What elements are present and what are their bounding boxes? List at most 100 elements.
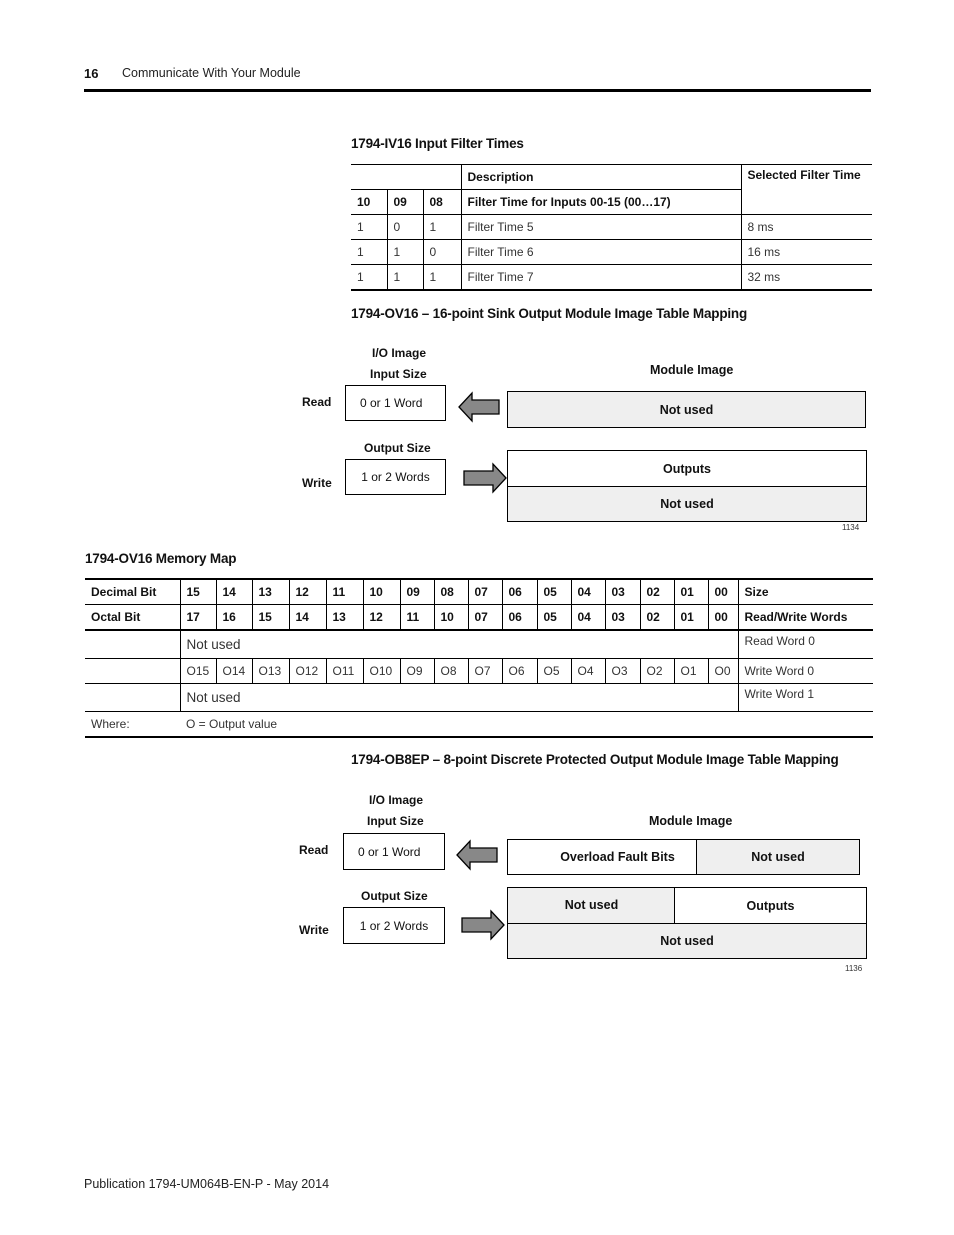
decimal-bit-cell: 07 [468, 578, 503, 605]
subheader-description: Filter Time for Inputs 00-15 (00…17) [461, 189, 742, 215]
bit-header-09: 09 [387, 189, 424, 215]
read-size-box: 0 or 1 Word [343, 833, 445, 870]
memory-map-table: Decimal Bit 15 14 13 12 11 10 09 08 07 06 05 04 03 02… [85, 578, 873, 738]
filter-table-title: 1794-IV16 Input Filter Times [351, 136, 524, 151]
output-size-label: Output Size [361, 889, 428, 903]
write-module-outputs: Outputs [507, 450, 867, 487]
read-not-used: Not used [180, 630, 739, 659]
decimal-bit-cell: 02 [640, 578, 675, 605]
output-bit-cell: O12 [289, 658, 327, 684]
octal-bit-cell: 06 [502, 604, 538, 631]
read-size-box: 0 or 1 Word [345, 385, 446, 421]
write-word-1-size: Write Word 1 [738, 683, 873, 712]
read-module-overload-fault-bits: Overload Fault Bits [507, 839, 697, 875]
filter-times-table: Description Selected Filter Time 10 09 0… [351, 164, 872, 291]
read-write-words-header: Read/Write Words [738, 604, 873, 631]
where-text: O = Output value [180, 711, 873, 738]
octal-bit-cell: 05 [537, 604, 572, 631]
arrow-left-icon [458, 391, 500, 423]
decimal-bit-cell: 06 [502, 578, 538, 605]
decimal-bit-cell: 08 [434, 578, 469, 605]
publication-footer: Publication 1794-UM064B-EN-P - May 2014 [84, 1177, 330, 1191]
octal-bit-label: Octal Bit [85, 604, 181, 631]
write-size-box: 1 or 2 Words [343, 907, 445, 944]
decimal-bit-cell: 05 [537, 578, 572, 605]
header-rule [84, 89, 871, 92]
octal-bit-cell: 13 [326, 604, 364, 631]
write-word-1-row: Not used Write Word 1 [85, 683, 873, 712]
output-bit-cell: O15 [180, 658, 217, 684]
write-module-not-used-top: Not used [507, 887, 675, 924]
bit-header-08: 08 [423, 189, 462, 215]
write-module-outputs: Outputs [674, 887, 867, 924]
output-bit-cell: O5 [537, 658, 572, 684]
output-size-label: Output Size [364, 441, 431, 455]
octal-bit-cell: 00 [708, 604, 739, 631]
output-bit-cell: O4 [571, 658, 606, 684]
table-row: 1 1 1 Filter Time 7 32 ms [351, 264, 872, 291]
octal-bit-cell: 07 [468, 604, 503, 631]
octal-bit-cell: 03 [605, 604, 641, 631]
read-label: Read [299, 843, 329, 857]
header-selected-filter-time: Selected Filter Time [741, 164, 872, 215]
arrow-right-icon [463, 462, 507, 494]
memory-map-title: 1794-OV16 Memory Map [85, 551, 237, 566]
module-image-label: Module Image [650, 363, 734, 377]
output-bit-cell: O10 [363, 658, 401, 684]
table-row: 1 1 0 Filter Time 6 16 ms [351, 239, 872, 265]
input-size-label: Input Size [370, 367, 427, 381]
arrow-right-icon [461, 909, 505, 941]
read-label: Read [302, 395, 332, 409]
decimal-bit-label: Decimal Bit [85, 578, 181, 605]
output-bit-cell: O7 [468, 658, 503, 684]
write-size-box: 1 or 2 Words [345, 459, 446, 495]
decimal-bit-cell: 04 [571, 578, 606, 605]
octal-bit-cell: 02 [640, 604, 675, 631]
write-module-not-used-bottom: Not used [507, 923, 867, 959]
decimal-bit-cell: 14 [216, 578, 253, 605]
write1-not-used: Not used [180, 683, 739, 712]
octal-bit-cell: 16 [216, 604, 253, 631]
decimal-bit-cell: 09 [400, 578, 435, 605]
write-label: Write [299, 923, 329, 937]
where-row: Where: O = Output value [85, 711, 873, 738]
octal-bit-cell: 12 [363, 604, 401, 631]
write-word-0-row: O15 O14 O13 O12 O11 O10 O9 O8 O7 O6 O5 O4 O3 O2 O1 O0 Wr… [85, 658, 873, 684]
output-bit-cell: O14 [216, 658, 253, 684]
read-module-not-used: Not used [696, 839, 860, 875]
output-bit-cell: O1 [674, 658, 709, 684]
table-row: 1 0 1 Filter Time 5 8 ms [351, 214, 872, 240]
input-size-label: Input Size [367, 814, 424, 828]
decimal-bit-cell: 01 [674, 578, 709, 605]
octal-bit-row: Octal Bit 17 16 15 14 13 12 11 10 07 06 05 04 03 02 01… [85, 604, 873, 631]
header-description: Description [461, 164, 742, 190]
decimal-bit-cell: 03 [605, 578, 641, 605]
decimal-bit-cell: 12 [289, 578, 327, 605]
decimal-bit-row: Decimal Bit 15 14 13 12 11 10 09 08 07 06 05 04 03 02… [85, 578, 873, 605]
output-bit-cell: O11 [326, 658, 364, 684]
octal-bit-cell: 04 [571, 604, 606, 631]
read-word-size: Read Word 0 [738, 630, 873, 659]
output-bit-cell: O0 [708, 658, 739, 684]
output-bit-cell: O8 [434, 658, 469, 684]
ob8ep-mapping-title: 1794-OB8EP – 8-point Discrete Protected … [351, 752, 839, 767]
output-bit-cell: O6 [502, 658, 538, 684]
decimal-bit-cell: 13 [252, 578, 290, 605]
output-bit-cell: O13 [252, 658, 290, 684]
module-image-label: Module Image [649, 814, 733, 828]
write-word-0-size: Write Word 0 [738, 658, 873, 684]
decimal-bit-cell: 15 [180, 578, 217, 605]
octal-bit-cell: 14 [289, 604, 327, 631]
octal-bit-cell: 11 [400, 604, 435, 631]
read-word-row: Not used Read Word 0 [85, 630, 873, 659]
where-label: Where: [85, 711, 180, 738]
octal-bit-cell: 15 [252, 604, 290, 631]
write-label: Write [302, 476, 332, 490]
decimal-bit-cell: 10 [363, 578, 401, 605]
output-bit-cell: O2 [640, 658, 675, 684]
bit-header-10: 10 [351, 189, 388, 215]
figure-number: 1136 [845, 964, 863, 973]
output-bit-cell: O9 [400, 658, 435, 684]
octal-bit-cell: 17 [180, 604, 217, 631]
io-image-label: I/O Image [369, 793, 424, 807]
